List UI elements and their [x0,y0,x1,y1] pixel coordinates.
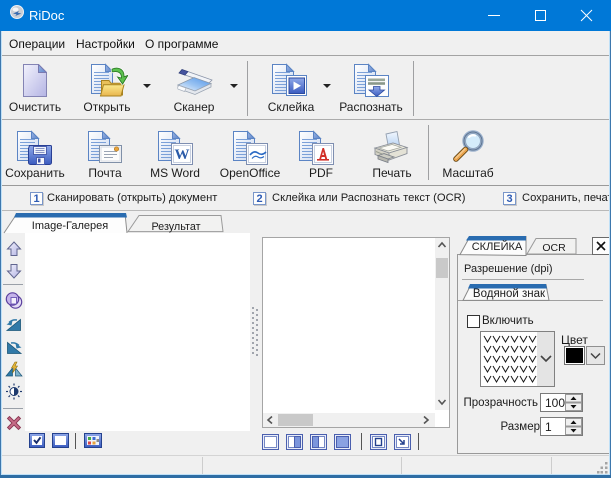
svg-text:W: W [175,147,190,163]
